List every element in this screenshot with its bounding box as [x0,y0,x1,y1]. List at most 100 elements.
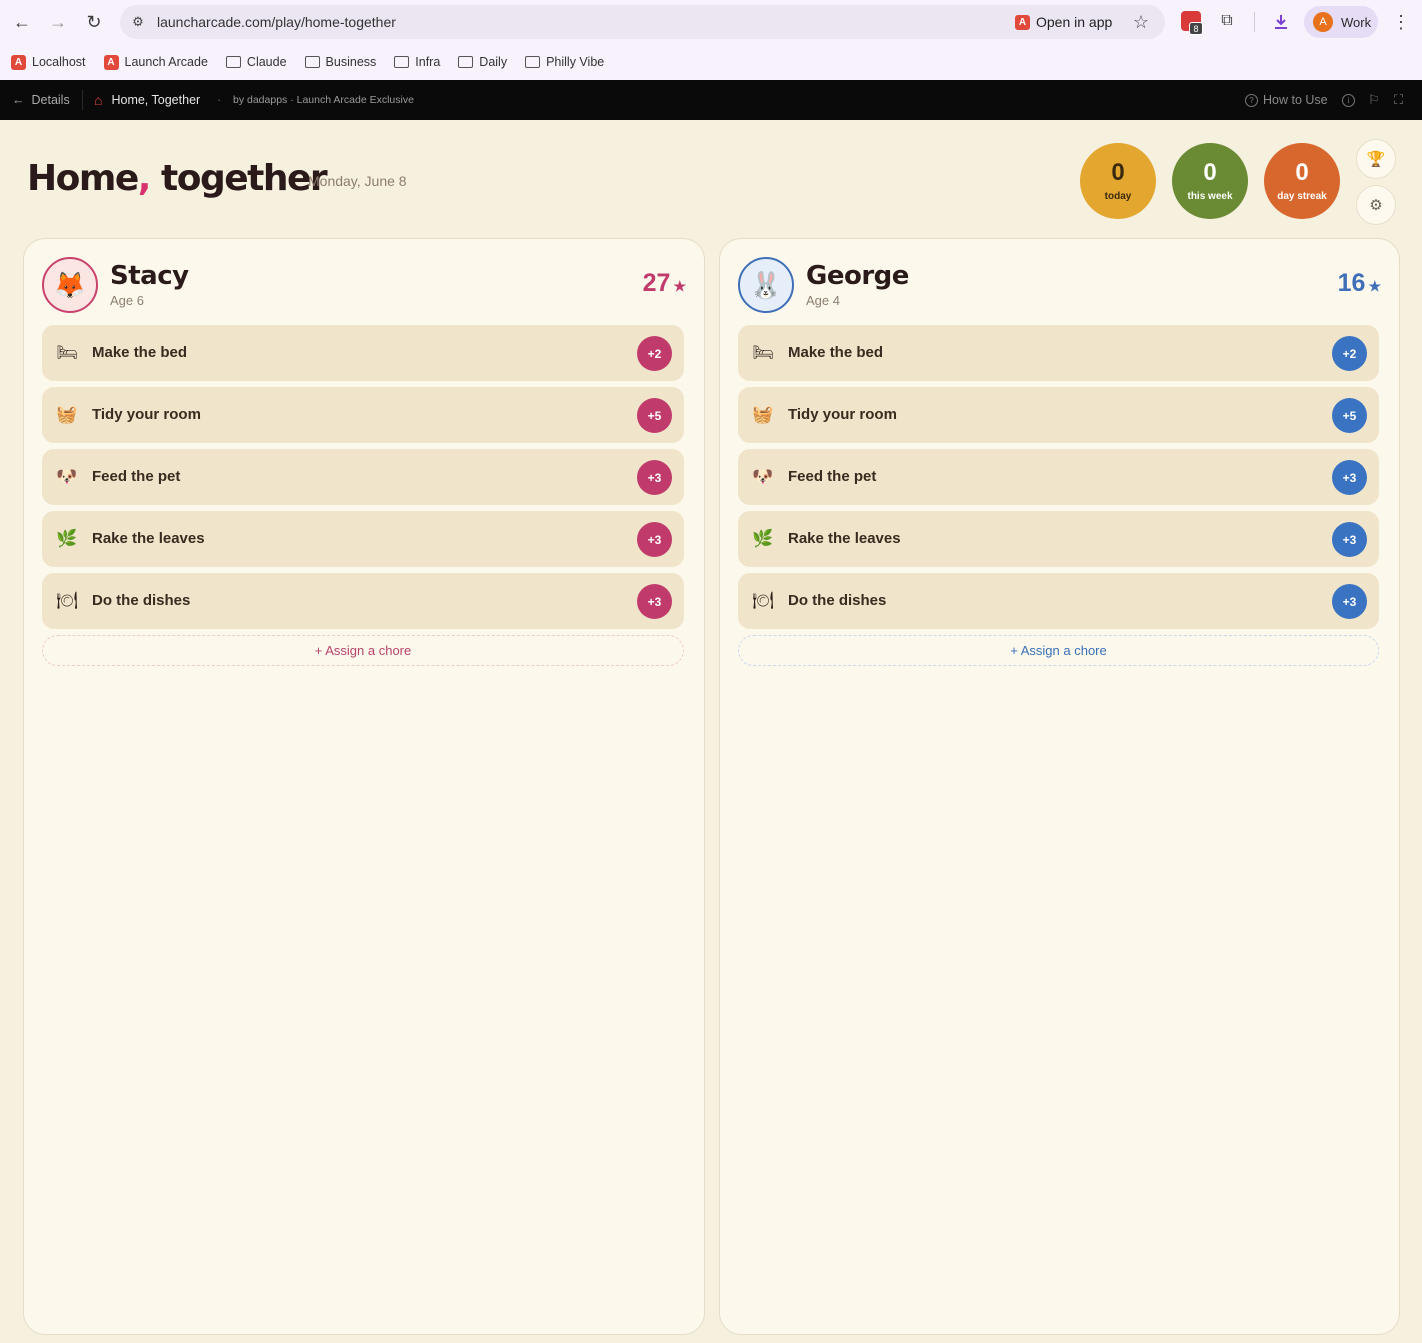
kid-age: Age 4 [806,293,840,308]
browser-toolbar: ← → ↻ ⚙ launcharcade.com/play/home-toget… [0,0,1422,44]
bookmark-business[interactable]: Business [304,55,376,69]
url-text[interactable]: launcharcade.com/play/home-together [157,14,396,30]
open-in-app-button[interactable]: A Open in app [1015,12,1112,32]
chore-item[interactable]: 🍽 Do the dishes +3 [42,573,684,629]
back-arrow-icon[interactable]: ← [10,10,34,34]
kid-card-stacy: 🦊 Stacy Age 6 27 ★ 🛏 Make the bed +2 🧺 T… [23,238,705,1335]
bookmarks-bar: A Localhost A Launch Arcade Claude Busin… [0,44,1422,80]
chore-points-button[interactable]: +2 [637,336,672,371]
byline-separator: · [217,93,222,107]
open-in-app-label: Open in app [1036,14,1113,30]
stat-this-week: 0 this week [1172,143,1248,219]
folder-icon [394,56,410,68]
chore-label: Do the dishes [92,592,191,609]
chore-item[interactable]: 🌿 Rake the leaves +3 [738,511,1379,567]
star-icon: ★ [673,278,686,294]
chore-item[interactable]: 🛏 Make the bed +2 [42,325,684,381]
bookmark-label: Claude [246,55,287,69]
extension-badge: 8 [1189,22,1203,35]
address-bar[interactable]: ⚙ launcharcade.com/play/home-together A … [120,5,1165,39]
chore-item[interactable]: 🐶 Feed the pet +3 [738,449,1379,505]
trophy-button[interactable]: 🏆 [1356,139,1396,179]
stat-week-label: this week [1187,191,1233,202]
profile-avatar: A [1313,12,1333,32]
kid-name: George [806,261,909,291]
bookmark-label: Infra [415,55,441,69]
extensions-puzzle-icon[interactable]: ⧉ [1216,10,1238,32]
info-icon[interactable]: i [1342,93,1355,107]
kid-card-george: 🐰 George Age 4 16 ★ 🛏 Make the bed +2 🧺 … [719,238,1400,1335]
appbar-divider [82,90,83,110]
gear-icon: ⚙ [1369,197,1383,214]
bookmark-star-icon[interactable]: ☆ [1130,11,1152,33]
chore-points-button[interactable]: +3 [1332,584,1367,619]
plate-icon: 🍽 [752,591,774,610]
chore-label: Make the bed [788,344,884,361]
stat-streak-value: 0 [1295,159,1309,186]
reload-icon[interactable]: ↻ [82,10,106,34]
site-settings-icon[interactable]: ⚙ [129,13,147,31]
chore-points-button[interactable]: +3 [637,522,672,557]
chore-label: Rake the leaves [788,530,901,547]
page-title: Home, together [27,158,328,199]
chore-item[interactable]: 🧺 Tidy your room +5 [42,387,684,443]
assign-chore-button[interactable]: + Assign a chore [42,635,684,666]
current-date: Monday, June 8 [308,173,407,189]
bed-icon: 🛏 [752,343,774,362]
assign-chore-button[interactable]: + Assign a chore [738,635,1379,666]
settings-button[interactable]: ⚙ [1356,185,1396,225]
title-comma: , [137,158,152,199]
stat-week-value: 0 [1203,159,1217,186]
dog-icon: 🐶 [752,467,774,486]
chore-item[interactable]: 🐶 Feed the pet +3 [42,449,684,505]
bookmark-infra[interactable]: Infra [394,55,440,69]
bookmark-daily[interactable]: Daily [458,55,507,69]
details-back-link[interactable]: ← Details [12,93,70,107]
folder-icon [458,56,474,68]
kid-points-value: 16 [1337,269,1366,297]
chore-points-button[interactable]: +5 [1332,398,1367,433]
how-to-use-label: How to Use [1263,93,1328,107]
chore-points-button[interactable]: +3 [637,584,672,619]
chore-points-button[interactable]: +3 [637,460,672,495]
game-title-link[interactable]: ⌂ Home, Together [94,92,200,108]
download-icon[interactable] [1269,10,1293,34]
chore-points-button[interactable]: +2 [1332,336,1367,371]
kid-name: Stacy [110,261,189,291]
stat-today-label: today [1104,191,1132,202]
forward-arrow-icon[interactable]: → [46,10,70,34]
title-part-home: Home [27,158,139,199]
launch-arcade-logo-icon: A [103,54,119,70]
browser-menu-icon[interactable]: ⋮ [1390,10,1412,34]
chore-item[interactable]: 🍽 Do the dishes +3 [738,573,1379,629]
chore-item[interactable]: 🛏 Make the bed +2 [738,325,1379,381]
chore-label: Feed the pet [788,468,877,485]
kid-points-value: 27 [642,269,671,297]
trophy-icon: 🏆 [1366,151,1386,168]
flag-icon[interactable]: ⚐ [1368,92,1380,108]
chore-item[interactable]: 🧺 Tidy your room +5 [738,387,1379,443]
launch-arcade-logo-icon: A [11,54,26,70]
bookmark-localhost[interactable]: A Localhost [11,54,86,70]
bookmark-philly-vibe[interactable]: Philly Vibe [525,55,604,69]
details-label: Details [31,93,70,107]
help-circle-icon: ? [1245,93,1258,107]
stat-today: 0 today [1080,143,1156,219]
chore-label: Tidy your room [788,406,897,423]
chore-label: Rake the leaves [92,530,205,547]
folder-icon [225,56,241,68]
bunny-icon: 🐰 [738,257,794,313]
chore-points-button[interactable]: +5 [637,398,672,433]
chore-item[interactable]: 🌿 Rake the leaves +3 [42,511,684,567]
bookmark-label: Localhost [32,55,86,69]
bookmark-launch-arcade[interactable]: A Launch Arcade [103,54,208,70]
chore-points-button[interactable]: +3 [1332,522,1367,557]
leaf-icon: 🌿 [56,529,78,548]
profile-button[interactable]: A Work [1304,6,1378,38]
basket-icon: 🧺 [56,405,78,424]
chore-label: Tidy your room [92,406,201,423]
chore-points-button[interactable]: +3 [1332,460,1367,495]
bookmark-claude[interactable]: Claude [225,55,287,69]
fullscreen-icon[interactable]: ⛶ [1394,92,1403,108]
how-to-use-button[interactable]: ? How to Use [1245,93,1328,107]
